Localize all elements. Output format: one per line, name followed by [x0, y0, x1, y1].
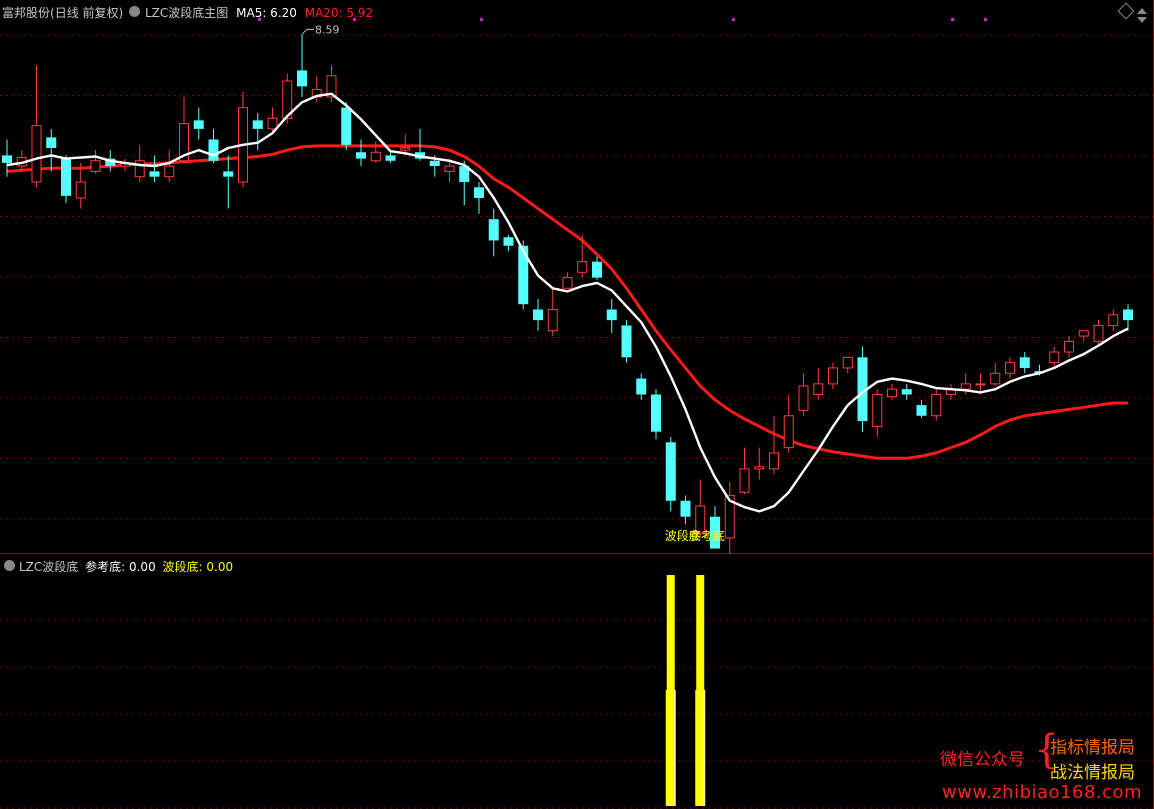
- candle-body: [134, 160, 145, 178]
- candle-body: [739, 468, 750, 493]
- candle-body: [341, 107, 352, 145]
- watermark-line1: 指标情报局: [1050, 738, 1135, 758]
- sub-indicator-menu-icon[interactable]: [4, 560, 15, 571]
- candle-body: [75, 181, 86, 199]
- signal-bar-ref: [666, 575, 675, 690]
- candle-body: [149, 171, 160, 177]
- candle-body: [1108, 314, 1119, 326]
- candle-body: [90, 160, 101, 172]
- candle-body: [503, 237, 514, 246]
- candle-body: [577, 261, 588, 273]
- high-annotation: 8.59: [315, 23, 340, 36]
- top-marker: [732, 18, 735, 21]
- candle-body: [356, 152, 366, 159]
- scroll-down-icon[interactable]: [1137, 17, 1147, 23]
- candle-body: [2, 155, 12, 163]
- candle-body: [621, 325, 632, 358]
- watermark-url: www.zhibiao168.com: [942, 782, 1143, 803]
- candle-body: [444, 165, 455, 172]
- candle-body: [297, 70, 307, 87]
- candle-body: [606, 309, 617, 321]
- candle-body: [46, 137, 57, 148]
- ma5-label: MA5: 6.20: [236, 6, 297, 20]
- candle-body: [1123, 309, 1133, 321]
- candle-body: [400, 147, 411, 151]
- candle-body: [164, 165, 175, 178]
- candle-body: [931, 394, 942, 417]
- candle-body: [208, 139, 219, 161]
- candle-body: [370, 151, 381, 162]
- candle-body: [474, 187, 484, 198]
- candle-body: [1078, 330, 1089, 337]
- candle-body: [223, 171, 234, 177]
- candle-body: [385, 155, 396, 161]
- candles-layer: [2, 34, 1133, 554]
- scroll-up-icon[interactable]: [1137, 8, 1147, 14]
- marker-layer: 8.59波段底参考底: [301, 23, 725, 543]
- candle-body: [754, 466, 765, 470]
- wechat-label: 微信公众号: [940, 750, 1025, 770]
- candle-body: [916, 405, 927, 416]
- candle-body: [1005, 362, 1015, 374]
- ref-bottom-label: 参考底: 0.00: [85, 560, 156, 574]
- candle-body: [267, 117, 278, 130]
- top-marker: [984, 18, 987, 21]
- candle-body: [1019, 357, 1030, 368]
- high-pointer: [301, 28, 314, 35]
- indicator-menu-icon[interactable]: [129, 6, 140, 17]
- candle-body: [901, 389, 912, 395]
- candle-body: [562, 277, 573, 289]
- top-marker: [951, 18, 954, 21]
- ma20-line: [6, 144, 1128, 460]
- candle-body: [798, 385, 809, 411]
- sub-indicator-name[interactable]: LZC波段底: [19, 560, 78, 574]
- candle-body: [872, 394, 883, 427]
- candle-body: [665, 442, 676, 501]
- watermark-line2: 战法情报局: [1050, 763, 1135, 783]
- candle-body: [887, 388, 897, 398]
- candle-body: [813, 383, 824, 395]
- candle-body: [975, 383, 986, 386]
- candle-body: [1064, 340, 1074, 353]
- candle-body: [488, 219, 499, 241]
- stock-name: 富邦股份: [2, 6, 51, 20]
- candle-body: [842, 356, 853, 369]
- period-label[interactable]: (日线 前复权): [50, 6, 123, 20]
- candle-body: [592, 261, 602, 278]
- candle-body: [1093, 324, 1104, 342]
- candle-body: [193, 120, 204, 129]
- candle-body: [651, 394, 661, 432]
- signal-bars-layer: [665, 575, 706, 806]
- candle-body: [547, 309, 558, 332]
- candle-body: [61, 158, 71, 196]
- candle-body: [828, 367, 838, 385]
- wave-bottom-label: 波段底: 0.00: [162, 560, 234, 574]
- candle-body: [990, 372, 1001, 385]
- chart-canvas[interactable]: 8.59波段底参考底: [0, 0, 1154, 809]
- signal-label-ref-bottom: 参考底: [689, 528, 725, 543]
- ma20-line-layer: [6, 144, 1128, 460]
- signal-bar-ref: [696, 575, 705, 690]
- candle-body: [960, 383, 971, 390]
- candle-body: [769, 452, 779, 470]
- candle-body: [680, 500, 691, 517]
- candle-body: [31, 125, 42, 183]
- candle-body: [783, 415, 794, 449]
- candle-body: [636, 378, 647, 395]
- ma20-label: MA20: 5.92: [304, 6, 374, 20]
- top-marker: [480, 18, 483, 21]
- candle-body: [252, 120, 263, 129]
- candle-body: [533, 309, 543, 321]
- candle-body: [1049, 351, 1060, 364]
- main-indicator-name[interactable]: LZC波段底主图: [145, 6, 228, 20]
- candle-body: [429, 160, 440, 167]
